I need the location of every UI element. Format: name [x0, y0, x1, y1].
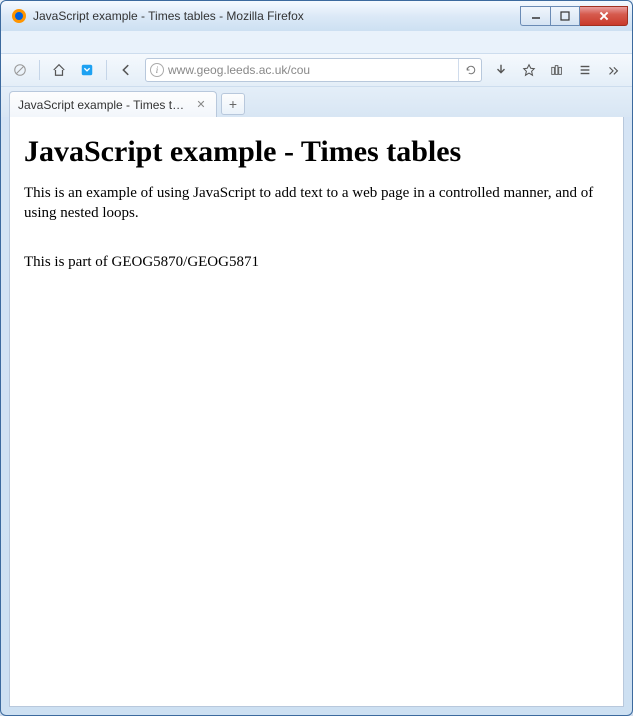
window-controls: [520, 6, 628, 26]
toolbar-separator: [39, 60, 40, 80]
tab-close-button[interactable]: ✕: [194, 98, 208, 112]
reload-button[interactable]: [458, 59, 477, 81]
url-bar[interactable]: i www.geog.leeds.ac.uk/cou: [145, 58, 482, 82]
url-text: www.geog.leeds.ac.uk/cou: [168, 63, 454, 77]
library-button[interactable]: [544, 57, 570, 83]
minimize-button[interactable]: [520, 6, 550, 26]
bookmark-star-button[interactable]: [516, 57, 542, 83]
downloads-button[interactable]: [488, 57, 514, 83]
menu-file[interactable]: [5, 40, 17, 44]
site-info-icon[interactable]: i: [150, 63, 164, 77]
firefox-icon: [11, 8, 27, 24]
toolbar: i www.geog.leeds.ac.uk/cou: [1, 53, 632, 87]
tabstrip: JavaScript example - Times tabl... ✕ +: [1, 87, 632, 117]
pocket-button[interactable]: [74, 57, 100, 83]
page-intro: This is an example of using JavaScript t…: [24, 183, 609, 224]
maximize-button[interactable]: [550, 6, 580, 26]
tab-label: JavaScript example - Times tabl...: [18, 98, 188, 112]
titlebar: JavaScript example - Times tables - Mozi…: [1, 1, 632, 31]
page-content: JavaScript example - Times tables This i…: [9, 117, 624, 707]
addon-icon[interactable]: [7, 57, 33, 83]
close-button[interactable]: [580, 6, 628, 26]
firefox-window: JavaScript example - Times tables - Mozi…: [0, 0, 633, 716]
toolbar-separator: [106, 60, 107, 80]
new-tab-button[interactable]: +: [221, 93, 245, 115]
back-button[interactable]: [113, 57, 139, 83]
menubar: [1, 31, 632, 53]
home-button[interactable]: [46, 57, 72, 83]
menu-history[interactable]: [47, 40, 59, 44]
menu-tools[interactable]: [75, 40, 87, 44]
overflow-button[interactable]: [600, 57, 626, 83]
page-footer: This is part of GEOG5870/GEOG5871: [24, 252, 609, 272]
menu-view[interactable]: [33, 40, 45, 44]
menu-help[interactable]: [89, 40, 101, 44]
menu-bookmarks[interactable]: [61, 40, 73, 44]
window-title: JavaScript example - Times tables - Mozi…: [33, 9, 520, 23]
hamburger-menu-button[interactable]: [572, 57, 598, 83]
page-heading: JavaScript example - Times tables: [24, 135, 609, 169]
tab-active[interactable]: JavaScript example - Times tabl... ✕: [9, 91, 217, 117]
menu-edit[interactable]: [19, 40, 31, 44]
